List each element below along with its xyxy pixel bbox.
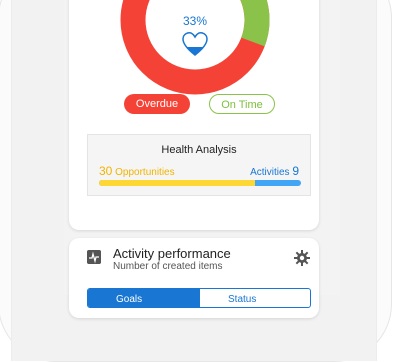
donut-percent-label: 33% — [183, 14, 207, 28]
heart-icon — [182, 32, 208, 56]
activity-performance-subtitle: Number of created items — [113, 261, 223, 272]
performance-tabs: Goals Status — [87, 288, 311, 308]
gear-icon[interactable] — [294, 250, 310, 266]
health-analysis-title: Health Analysis — [161, 144, 237, 156]
donut-chart: 33% — [120, 0, 270, 95]
activity-pulse-icon — [87, 250, 101, 264]
activities-count: 9 — [292, 164, 299, 178]
health-progress-bar — [99, 180, 301, 186]
activity-performance-title: Activity performance — [113, 246, 231, 261]
opportunities-label: Opportunities — [115, 167, 175, 178]
health-analysis-panel: Health Analysis 30 Opportunities Activit… — [87, 134, 311, 196]
tab-goals-label: Goals — [116, 294, 143, 305]
opportunities-stat: 30 Opportunities — [99, 164, 175, 178]
on-time-filter-button[interactable]: On Time — [209, 94, 275, 114]
tab-status-label[interactable]: Status — [228, 294, 256, 305]
tab-goals[interactable] — [88, 289, 200, 307]
overdue-filter-button[interactable]: Overdue — [124, 94, 190, 114]
activities-label: Activities — [250, 167, 290, 178]
activity-performance-card: Activity performance Number of created i… — [69, 238, 319, 318]
opportunities-bar-fill — [99, 180, 255, 186]
activities-stat: Activities 9 — [250, 164, 299, 178]
app-screen: 33% Overdue On Time Health Analysis 30 O… — [64, 0, 340, 318]
donut-segment-overdue — [120, 0, 270, 95]
opportunities-count: 30 — [99, 164, 113, 178]
summary-card: 33% Overdue On Time Health Analysis 30 O… — [69, 0, 319, 230]
